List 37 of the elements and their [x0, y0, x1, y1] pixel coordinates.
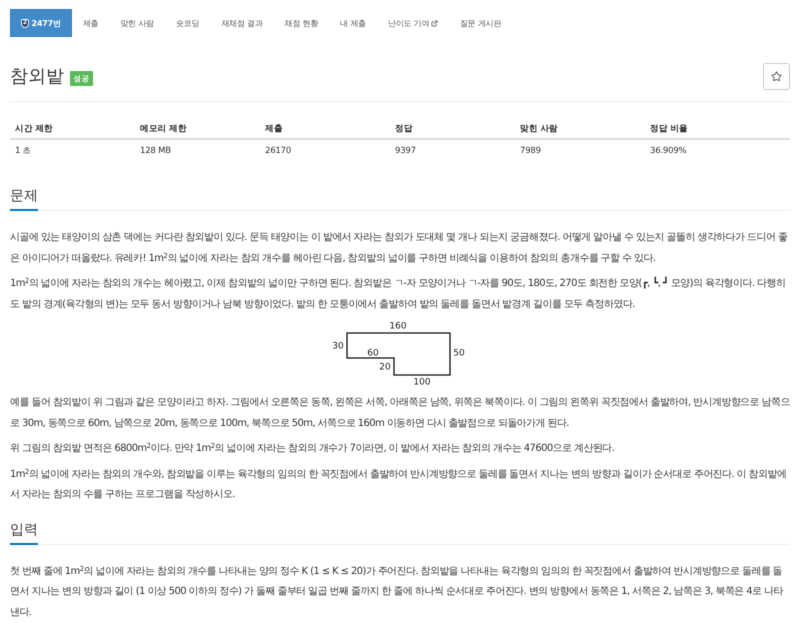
nav-tab[interactable]: 숏코딩: [164, 9, 210, 37]
edge-label: 100: [413, 377, 431, 387]
column-header: 정답: [390, 123, 515, 140]
star-icon: [771, 71, 782, 82]
problem-paragraph: 예를 들어 참외밭이 위 그림과 같은 모양이라고 하자. 그림에서 오른쪽은 동쪽, 왼쪽은 서쪽, 아래쪽은 남쪽, 위쪽은 북쪽이다. 이 그림의 왼쪽위 꼭짓점에서 출발하여, 반시계방향으로 남쪽으로 30m, 동쪽으로 60m, 남쪽으로 20m, 동쪽으로 100m, 북쪽으로 50m, 서쪽으로 160m 이동하면 다시 출발점으로 되돌아가게 된다.: [10, 396, 790, 430]
problem-paragraph: 위 그림의 참외밭 면적은 6800m$^{2}$이다. 만약 1m$^{2}$의 넓이에 자라는 참외의 개수가 7이라면, 이 밭에서 자라는 참외의 개수는 47600으로 계산된다.: [10, 440, 616, 456]
edge-label: 30: [332, 341, 344, 352]
nav-tab[interactable]: 재채점 결과: [210, 9, 274, 37]
nav-tab[interactable]: 난이도 기여: [376, 9, 449, 37]
problem-paragraph: 1m$^{2}$의 넓이에 자라는 참외의 개수는 헤아렸고, 이제 참외밭의 넓이만 구하면 된다. 참외밭은 ㄱ-자 모양이거나 ㄱ-자를 90도, 180도, 270도 회전한 모양(┏, ┗, ┛ 모양)의 육각형이다. 다행히도 밭의 경계(육각형의 변)는 모두 동서 방향이거나 남북 방향이었다. 밭의 한 모퉁이에서 출발하여 밭의 둘레를 돌면서 밭경계 길이를 모두 측정하였다.: [10, 276, 786, 312]
column-header: 제출: [260, 123, 390, 140]
nav-tab[interactable]: 채점 현황: [274, 9, 330, 37]
edge-label: 20: [379, 362, 391, 372]
table-cell-text: 7989: [519, 145, 542, 158]
edge-label: 160: [389, 321, 407, 332]
section-heading: 입력: [10, 518, 38, 544]
table-cell-text: 36.909%: [649, 145, 688, 158]
column-header: 정답 비율: [645, 123, 790, 140]
nav-tab[interactable]: 제출: [72, 9, 110, 37]
nav-tab[interactable]: 내 제출: [329, 9, 377, 37]
problem-paragraph: 1m$^{2}$의 넓이에 자라는 참외의 개수와, 참외밭을 이루는 육각형의 임의의 한 꼭짓점에서 출발하여 반시계방향으로 둘레를 돌면서 지나는 변의 방향과 길이가 순서대로 주어진다. 이 참외밭에서 자라는 참외의 수를 구하는 프로그램을 작성하시오.: [10, 466, 788, 502]
nav-tab[interactable]: 맞힌 사람: [109, 9, 165, 37]
nav-tab[interactable]: 질문 게시판: [448, 9, 512, 37]
problem-paragraph: 첫 번째 줄에 1m$^{2}$의 넓이에 자라는 참외의 개수를 나타내는 양의 정수 K (1 ≤ K ≤ 20)가 주어진다. 참외밭을 나타내는 육각형의 임의의 한 꼭짓점에서 출발하여 반시계방향으로 둘레를 돌면서 지나는 변의 방향과 길이 (1 이상 500 이하의 정수) 가 둘째 줄부터 일곱 번째 줄까지 한 줄에 하나씩 순서대로 주어진다. 변의 방향에서 동쪽은 1, 서쪽은 2, 남쪽은 3, 북쪽은 4로 나타낸다.: [10, 563, 784, 620]
table-cell-text: 26170: [264, 145, 292, 158]
edge-label: 60: [367, 348, 379, 358]
problem-paragraph: 시골에 있는 태양이의 삼촌 댁에는 커다란 참외밭이 있다. 문득 태양이는 이 밭에서 자라는 참외가 도대체 몇 개나 되는지 궁금해졌다. 어떻게 알아낼 수 있는지 골똘히 생각하다가 드디어 좋은 아이디어가 떠올랐다. 유레카! 1m$^{2}$의 넓이에 자라는 참외 개수를 헤아린 다음, 참외밭의 넓이를 구하면 비례식을 이용하여 참외의 총개수를 구할 수 있다.: [10, 231, 788, 266]
column-header: 메모리 제한: [135, 123, 260, 140]
table-cell-text: 1 초: [14, 145, 33, 158]
column-header: 맞힌 사람: [515, 123, 645, 140]
column-header: 시간 제한: [10, 123, 135, 140]
star-button[interactable]: [763, 63, 790, 90]
section-heading: 문제: [10, 185, 38, 211]
problem-title: 참외밭: [10, 64, 64, 88]
table-cell-text: 9397: [394, 145, 417, 158]
table-cell-text: 128 MB: [139, 145, 172, 158]
edge-label: 50: [453, 348, 465, 358]
